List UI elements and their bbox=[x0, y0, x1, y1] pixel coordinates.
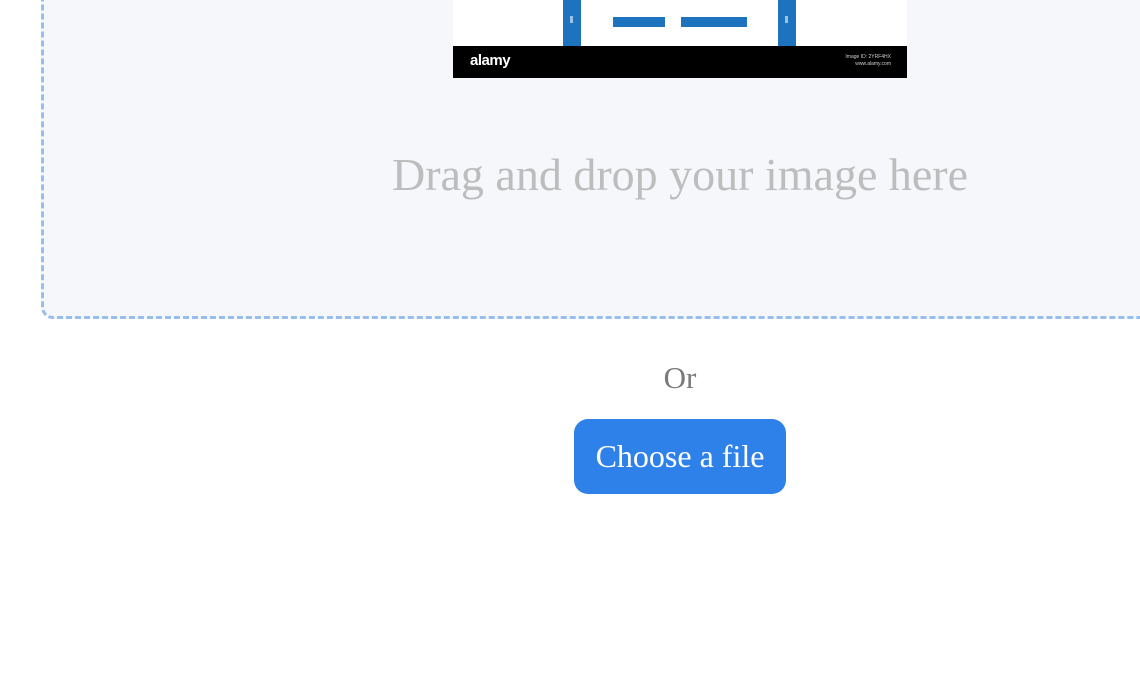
watermark-image-id: Image ID: 2YRF4HX bbox=[845, 54, 891, 60]
watermark-url: www.alamy.com bbox=[855, 61, 891, 67]
preview-post-left bbox=[563, 0, 581, 46]
preview-bar-2 bbox=[681, 17, 747, 27]
drop-instruction-text: Drag and drop your image here bbox=[391, 149, 969, 200]
upload-page: alamy Image ID: 2YRF4HX www.alamy.com Dr… bbox=[0, 0, 1140, 692]
preview-bar-1 bbox=[613, 17, 665, 27]
watermark-meta: Image ID: 2YRF4HX www.alamy.com bbox=[845, 54, 891, 68]
image-preview: alamy Image ID: 2YRF4HX www.alamy.com bbox=[453, 0, 907, 78]
or-separator-text: Or bbox=[663, 360, 697, 395]
preview-watermark-footer: alamy Image ID: 2YRF4HX www.alamy.com bbox=[453, 46, 907, 78]
preview-post-right bbox=[778, 0, 796, 46]
alamy-logo: alamy bbox=[470, 52, 511, 69]
choose-file-button[interactable]: Choose a file bbox=[574, 419, 786, 494]
